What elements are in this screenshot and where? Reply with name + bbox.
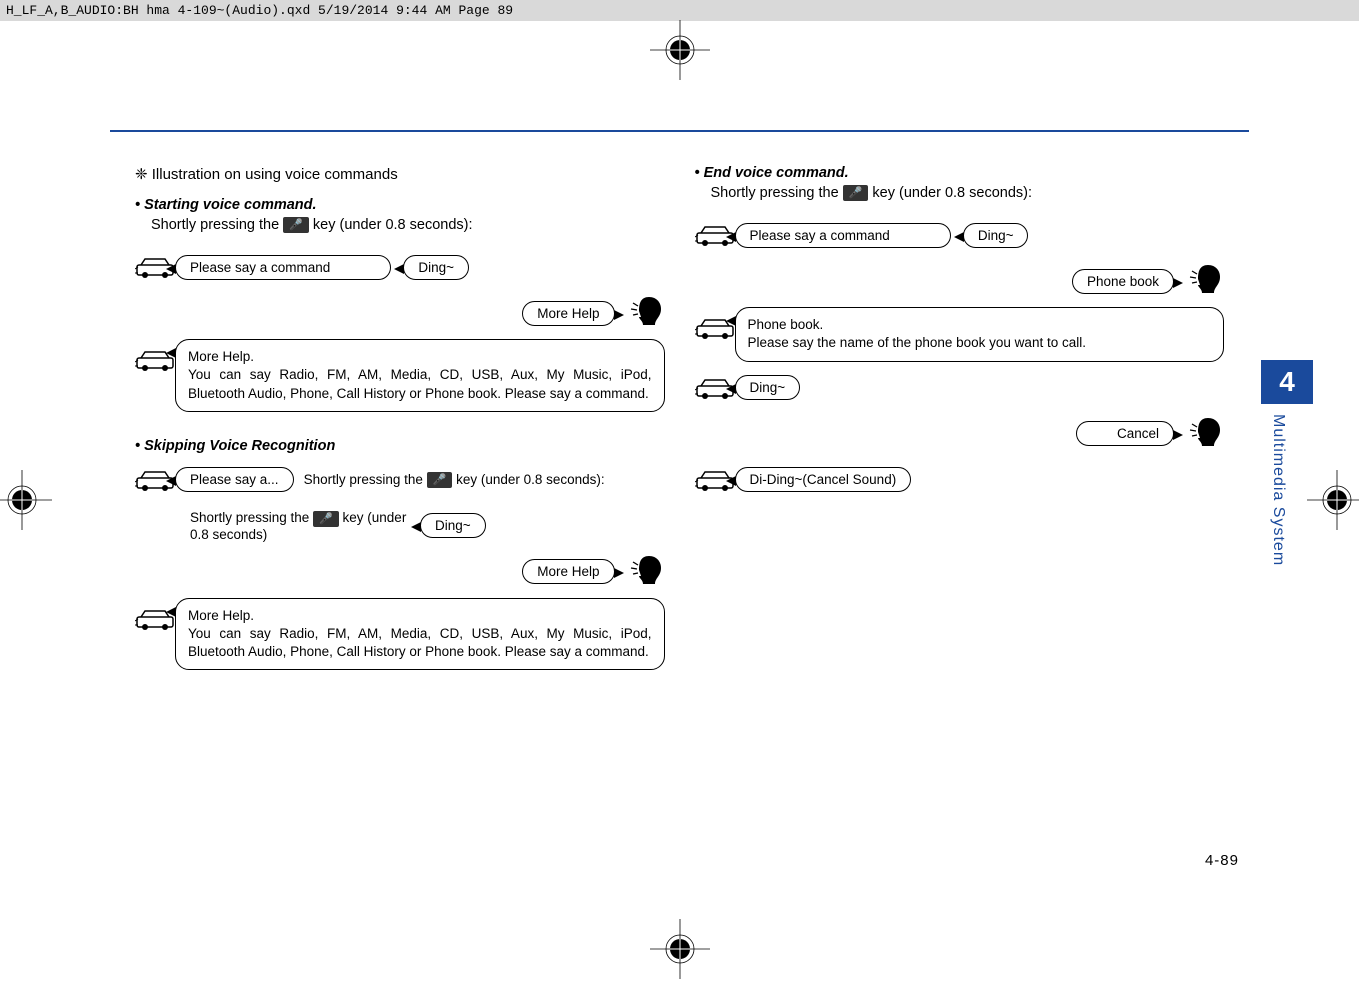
end-voice-head: • End voice command. (695, 165, 1225, 181)
bubble-phone-book: Phone book (1072, 269, 1174, 294)
crop-mark-bottom (650, 919, 710, 979)
bubble-more-help: More Help (522, 301, 614, 326)
row-more-help-say: More Help (135, 293, 665, 333)
bubble-ding-2: Ding~ (420, 513, 486, 538)
more-help-block-title: More Help. (188, 348, 652, 366)
bubble-phone-book-detail: Phone book. Please say the name of the p… (735, 307, 1225, 361)
top-rule (110, 130, 1249, 132)
start-instr-b: key (under 0.8 seconds): (313, 217, 473, 233)
more-help-block-body-2: You can say Radio, FM, AM, Media, CD, US… (188, 625, 652, 661)
bubble-more-help-detail: More Help. You can say Radio, FM, AM, Me… (175, 339, 665, 412)
row-end-say-command: Please say a command Ding~ (695, 215, 1225, 255)
bubble-cancel: Cancel (1076, 421, 1174, 446)
bubble-ding: Ding~ (403, 255, 469, 280)
pb-block-body: Please say the name of the phone book yo… (748, 334, 1212, 352)
row-skip-say-a: Please say a... Shortly pressing the 🎤 k… (135, 460, 665, 500)
row-phone-book-block: Phone book. Please say the name of the p… (695, 307, 1225, 361)
bubble-say-a: Please say a... (175, 467, 294, 492)
row-more-help-block-2: More Help. You can say Radio, FM, AM, Me… (135, 598, 665, 671)
row-more-help-block: More Help. You can say Radio, FM, AM, Me… (135, 339, 665, 412)
page-number: 4-89 (1205, 852, 1239, 869)
skip-instr2a: Shortly pressing the (190, 510, 313, 525)
chapter-number: 4 (1261, 360, 1313, 404)
crop-mark-left (0, 470, 52, 530)
row-cancel-say: Cancel (695, 414, 1225, 454)
end-voice-instr: Shortly pressing the 🎤 key (under 0.8 se… (711, 185, 1225, 201)
row-say-command: Please say a command Ding~ (135, 247, 665, 287)
right-column: • End voice command. Shortly pressing th… (695, 165, 1225, 676)
side-tab: 4 Multimedia System (1261, 360, 1313, 572)
more-help-block-title-2: More Help. (188, 607, 652, 625)
skip-instr1b: key (under 0.8 seconds): (456, 472, 605, 487)
pb-block-title: Phone book. (748, 316, 1212, 334)
illustration-title: ❈ Illustration on using voice commands (135, 165, 665, 183)
voice-key-icon: 🎤 (283, 217, 309, 233)
skip-instr-2: Shortly pressing the 🎤 key (under 0.8 se… (190, 510, 410, 541)
end-instr-b: key (under 0.8 seconds): (872, 185, 1032, 201)
row-more-help-say-2: More Help (135, 552, 665, 592)
head-icon (625, 557, 665, 587)
row-ding2: Ding~ (695, 368, 1225, 408)
page-content: ❈ Illustration on using voice commands •… (135, 165, 1224, 676)
left-column: ❈ Illustration on using voice commands •… (135, 165, 665, 676)
bubble-more-help-detail-2: More Help. You can say Radio, FM, AM, Me… (175, 598, 665, 671)
start-instr-a: Shortly pressing the (151, 217, 283, 233)
end-instr-a: Shortly pressing the (711, 185, 843, 201)
crop-mark-right (1307, 470, 1359, 530)
voice-key-icon: 🎤 (313, 511, 339, 527)
row-skip-press: Shortly pressing the 🎤 key (under 0.8 se… (135, 506, 665, 546)
row-cancel-sound: Di-Ding~(Cancel Sound) (695, 460, 1225, 500)
head-icon (1184, 419, 1224, 449)
chapter-label: Multimedia System (1261, 408, 1295, 572)
bubble-more-help-2: More Help (522, 559, 614, 584)
skip-instr1a: Shortly pressing the (304, 472, 427, 487)
bubble-ding2: Ding~ (735, 375, 801, 400)
bubble-say-command: Please say a command (175, 255, 391, 280)
file-header-strip: H_LF_A,B_AUDIO:BH hma 4-109~(Audio).qxd … (0, 0, 1359, 21)
head-icon (625, 298, 665, 328)
voice-key-icon: 🎤 (843, 185, 869, 201)
starting-voice-head: • Starting voice command. (135, 197, 665, 213)
crop-mark-top (650, 20, 710, 80)
head-icon (1184, 266, 1224, 296)
skipping-head: • Skipping Voice Recognition (135, 438, 665, 454)
starting-voice-instr: Shortly pressing the 🎤 key (under 0.8 se… (151, 217, 665, 233)
bubble-cancel-sound: Di-Ding~(Cancel Sound) (735, 467, 912, 492)
skip-instr-1: Shortly pressing the 🎤 key (under 0.8 se… (304, 472, 605, 488)
bubble-ding-r: Ding~ (963, 223, 1029, 248)
row-phone-book-say: Phone book (695, 261, 1225, 301)
bubble-say-command-r: Please say a command (735, 223, 951, 248)
voice-key-icon: 🎤 (427, 472, 453, 488)
more-help-block-body: You can say Radio, FM, AM, Media, CD, US… (188, 366, 652, 402)
